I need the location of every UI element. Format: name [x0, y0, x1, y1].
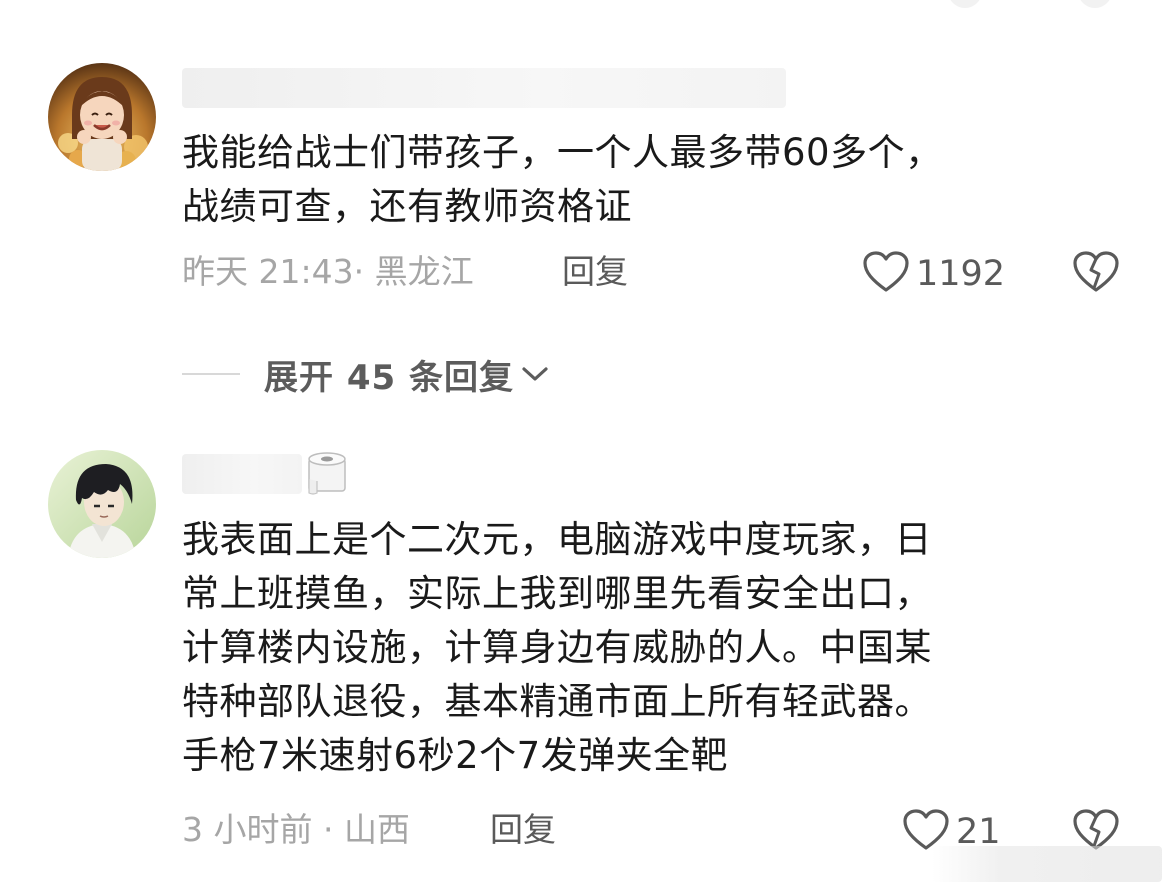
expand-replies-label: 展开 45 条回复 [264, 357, 514, 398]
like-button[interactable]: 1192 [862, 250, 1005, 298]
watermark-redacted [932, 846, 1162, 882]
expand-replies-button[interactable]: 展开 45 条回复 [182, 352, 550, 398]
reply-button[interactable]: 回复 [562, 252, 628, 292]
top-partial-button [1078, 0, 1112, 8]
username-redacted[interactable] [182, 68, 786, 108]
dislike-button[interactable] [1072, 250, 1120, 298]
top-partial-button [948, 0, 982, 8]
comment-text: 我表面上是个二次元，电脑游戏中度玩家，日 常上班摸鱼，实际上我到哪里先看安全出口… [182, 518, 932, 777]
avatar[interactable] [48, 450, 156, 558]
comment-time-location: 昨天 21:43· 黑龙江 [182, 252, 474, 291]
toilet-paper-roll-icon [303, 449, 351, 501]
broken-heart-icon [1072, 251, 1120, 298]
comment-text: 我能给战士们带孩子，一个人最多带60多个， 战绩可查，还有教师资格证 [182, 131, 943, 228]
avatar[interactable] [48, 63, 156, 171]
username-redacted[interactable] [182, 454, 302, 494]
like-count: 1192 [916, 254, 1006, 294]
comment-time-location: 3 小时前 · 山西 [182, 810, 410, 849]
reply-button[interactable]: 回复 [490, 810, 556, 850]
divider-line [182, 373, 240, 375]
heart-outline-icon [862, 250, 910, 298]
chevron-down-icon [520, 364, 550, 384]
